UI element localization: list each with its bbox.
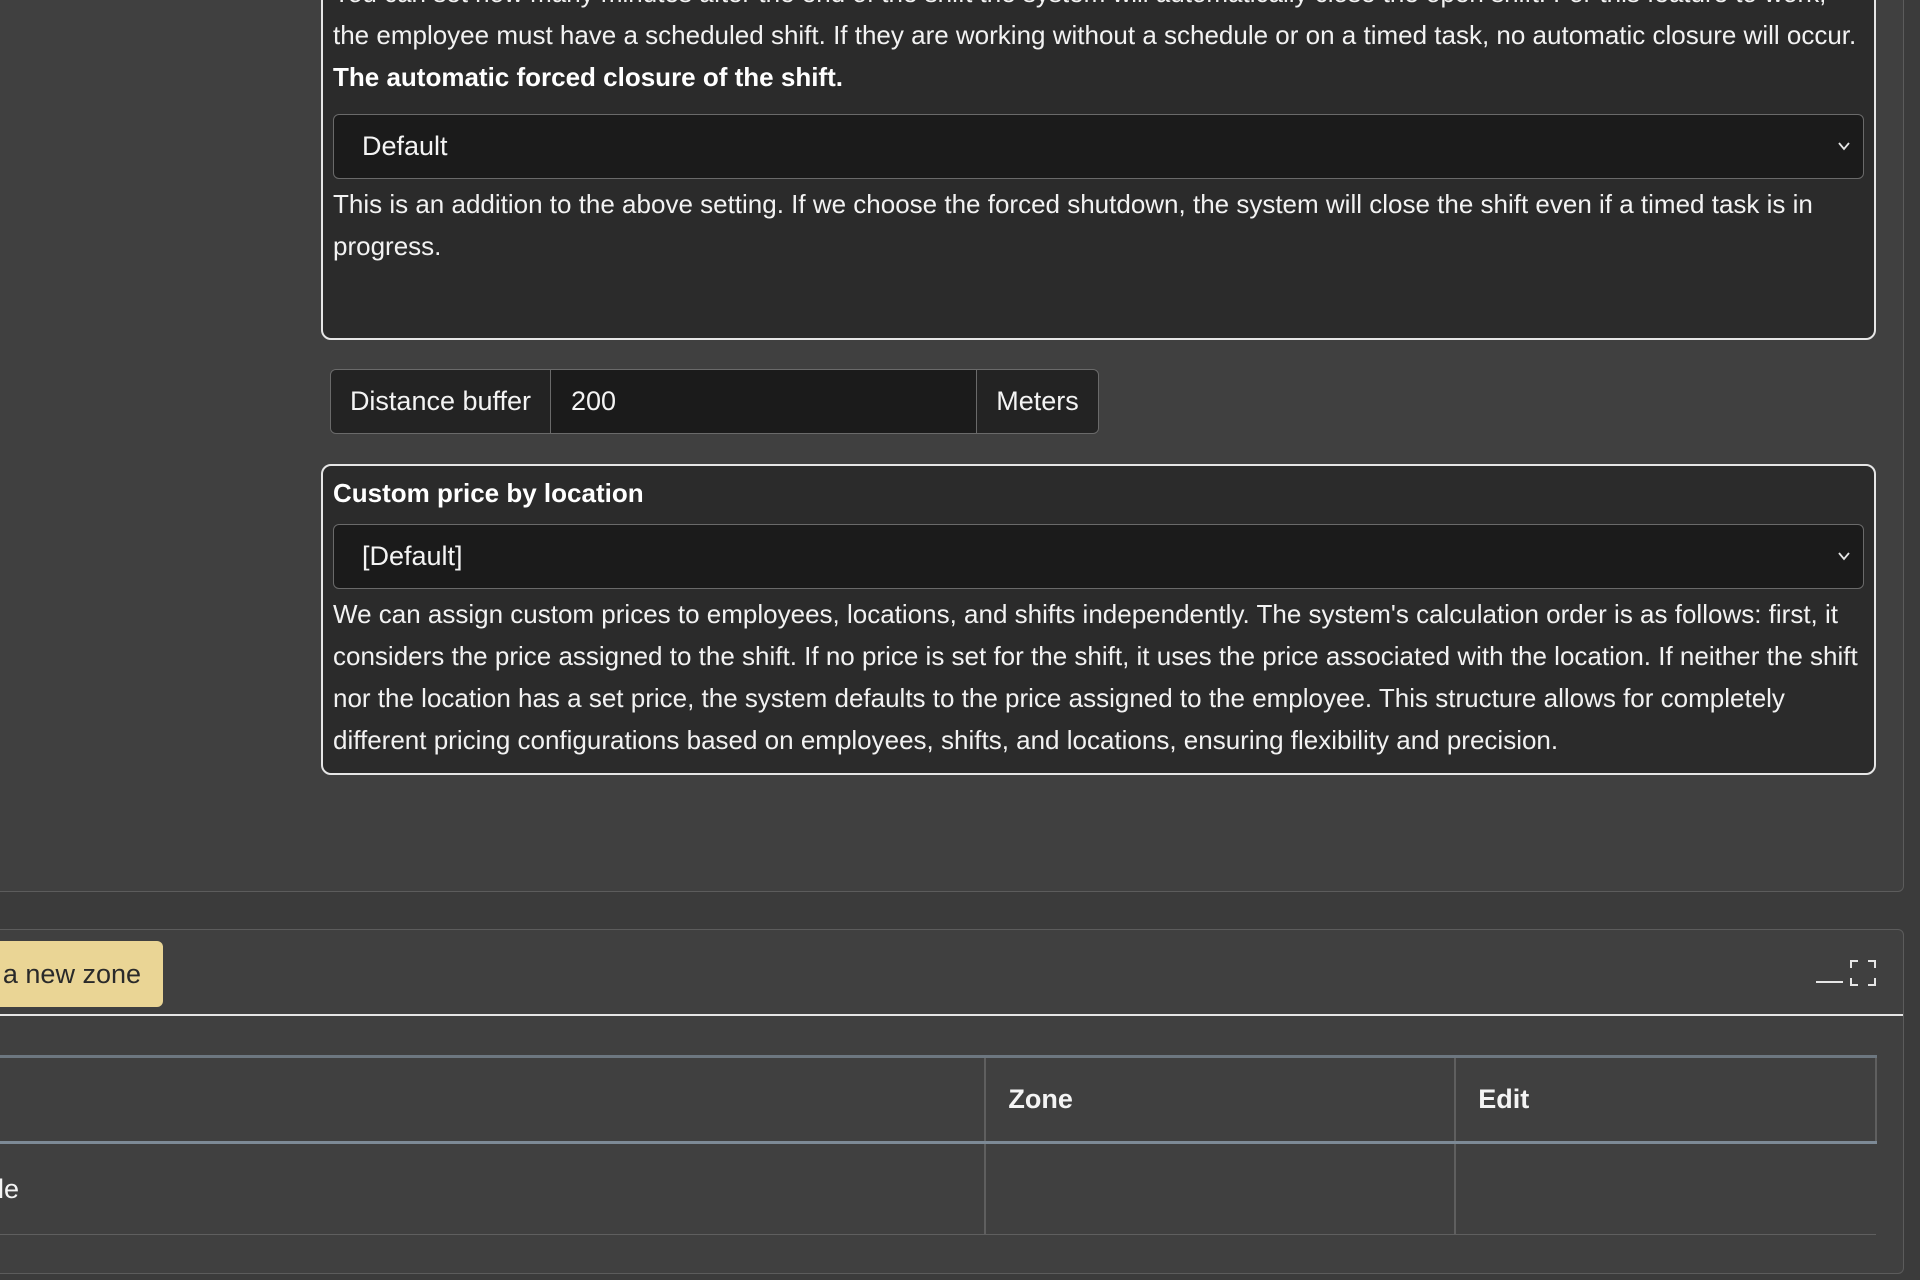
- table-cell-zone: [985, 1142, 1457, 1235]
- forced-closure-heading: The automatic forced closure of the shif…: [333, 62, 843, 92]
- custom-price-help: We can assign custom prices to employees…: [333, 599, 1858, 755]
- distance-buffer-input[interactable]: 200: [551, 370, 977, 433]
- custom-price-settings: Custom price by location [Default] We ca…: [321, 464, 1876, 775]
- custom-price-selected-value: [Default]: [362, 541, 463, 571]
- page: You can set how many minutes after the e…: [0, 0, 1920, 1280]
- table-cell-name: able: [0, 1142, 987, 1235]
- table-cell-edit: [1455, 1142, 1876, 1235]
- distance-buffer-label: Distance buffer: [331, 370, 551, 433]
- column-header-edit: Edit: [1455, 1055, 1877, 1144]
- add-new-zone-button[interactable]: l a new zone: [0, 941, 163, 1007]
- table-row[interactable]: able: [0, 1142, 1876, 1235]
- minimize-icon[interactable]: [1816, 981, 1843, 983]
- column-header-name: [0, 1055, 987, 1144]
- expand-icon[interactable]: [1850, 960, 1876, 986]
- distance-buffer-unit: Meters: [977, 370, 1098, 433]
- auto-close-description: You can set how many minutes after the e…: [333, 0, 1857, 50]
- forced-closure-help: This is an addition to the above setting…: [333, 189, 1813, 261]
- forced-closure-select[interactable]: Default: [333, 114, 1864, 179]
- shift-closure-settings: You can set how many minutes after the e…: [321, 0, 1876, 340]
- custom-price-select[interactable]: [Default]: [333, 524, 1864, 589]
- custom-price-heading: Custom price by location: [333, 478, 644, 508]
- zones-table: Zone Edit able: [0, 1055, 1877, 1235]
- distance-buffer-group: Distance buffer 200 Meters: [330, 369, 1099, 434]
- column-header-zone: Zone: [985, 1055, 1457, 1144]
- forced-closure-selected-value: Default: [362, 131, 448, 161]
- chevron-down-icon: [1838, 142, 1850, 151]
- location-settings-card: You can set how many minutes after the e…: [0, 0, 1904, 892]
- chevron-down-icon: [1838, 552, 1850, 561]
- table-header-row: Zone Edit: [0, 1055, 1877, 1144]
- zones-panel-header: l a new zone: [0, 930, 1903, 1016]
